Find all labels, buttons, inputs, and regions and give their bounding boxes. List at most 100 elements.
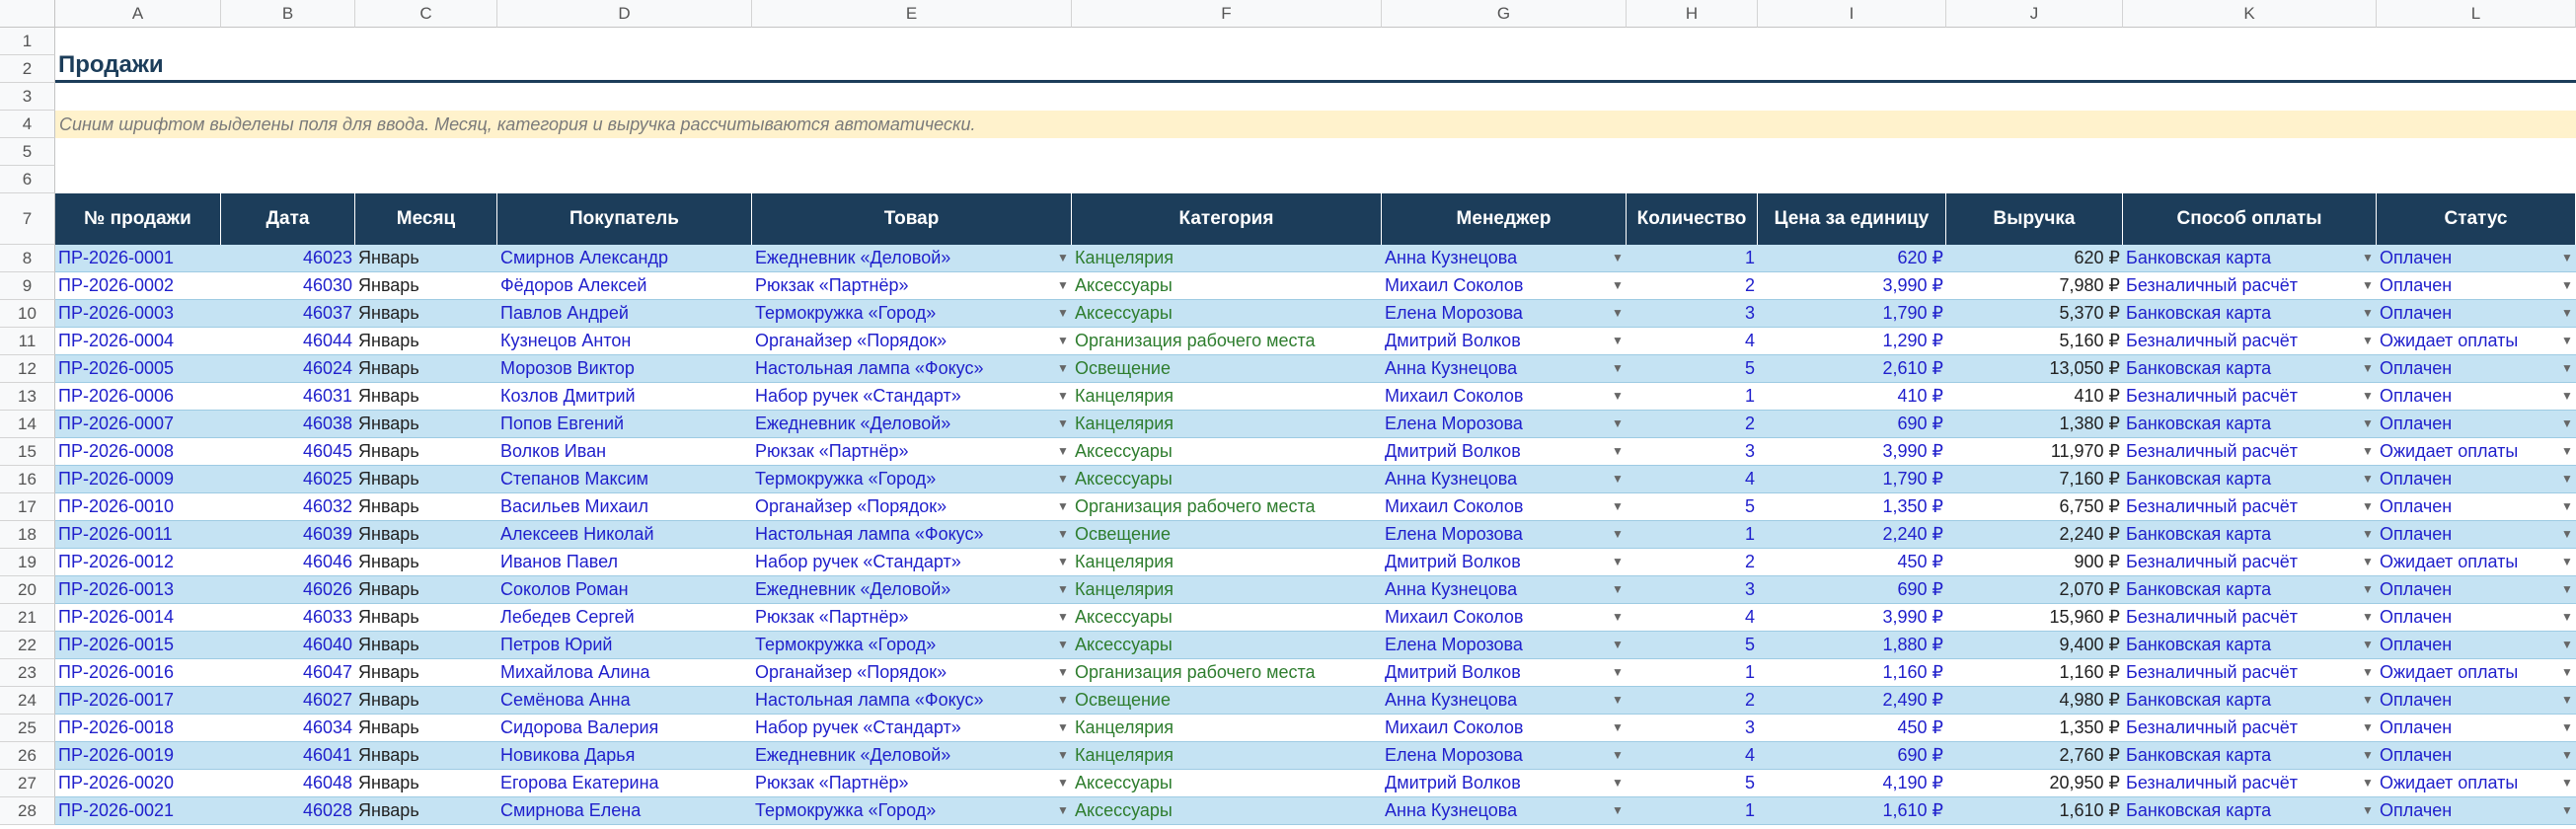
cell-month[interactable]: Январь	[355, 466, 497, 492]
column-header-f[interactable]: F	[1072, 0, 1382, 28]
cell-product[interactable]: Термокружка «Город»	[752, 300, 1058, 327]
cell-quantity[interactable]: 5	[1627, 355, 1758, 382]
cell-sale-id[interactable]: ПР-2026-0008	[55, 438, 221, 465]
column-header-h[interactable]: H	[1627, 0, 1758, 28]
cell-category[interactable]: Канцелярия	[1072, 383, 1382, 410]
cell-payment-method[interactable]: Безналичный расчёт	[2123, 659, 2363, 686]
cell-quantity[interactable]: 2	[1627, 272, 1758, 299]
dropdown-arrow-icon[interactable]: ▼	[2560, 604, 2574, 631]
dropdown-arrow-icon[interactable]: ▼	[1611, 687, 1625, 714]
cell-date[interactable]: 46024	[221, 355, 355, 382]
cell-manager[interactable]: Дмитрий Волков	[1382, 770, 1613, 796]
cell-month[interactable]: Январь	[355, 797, 497, 824]
cell-quantity[interactable]: 5	[1627, 632, 1758, 658]
row-header-22[interactable]: 22	[0, 632, 55, 659]
dropdown-arrow-icon[interactable]: ▼	[2361, 549, 2375, 575]
row-header-11[interactable]: 11	[0, 328, 55, 355]
cell-product[interactable]: Органайзер «Порядок»	[752, 659, 1058, 686]
cell-manager[interactable]: Анна Кузнецова	[1382, 466, 1613, 492]
cell-customer[interactable]: Козлов Дмитрий	[497, 383, 752, 410]
header-revenue[interactable]: Выручка	[1946, 193, 2123, 245]
column-header-c[interactable]: C	[355, 0, 497, 28]
cell-sale-id[interactable]: ПР-2026-0013	[55, 576, 221, 603]
cell-customer[interactable]: Волков Иван	[497, 438, 752, 465]
cell-category[interactable]: Аксессуары	[1072, 604, 1382, 631]
dropdown-arrow-icon[interactable]: ▼	[1056, 604, 1070, 631]
cell-manager[interactable]: Анна Кузнецова	[1382, 576, 1613, 603]
dropdown-arrow-icon[interactable]: ▼	[1056, 576, 1070, 603]
row-header-18[interactable]: 18	[0, 521, 55, 549]
cell-customer[interactable]: Степанов Максим	[497, 466, 752, 492]
cell-date[interactable]: 46032	[221, 493, 355, 520]
cell-month[interactable]: Январь	[355, 576, 497, 603]
cell-manager[interactable]: Михаил Соколов	[1382, 604, 1613, 631]
cell-manager[interactable]: Елена Морозова	[1382, 411, 1613, 437]
dropdown-arrow-icon[interactable]: ▼	[2361, 632, 2375, 658]
header-product[interactable]: Товар	[752, 193, 1072, 245]
cell-date[interactable]: 46031	[221, 383, 355, 410]
cell-revenue[interactable]: 900 ₽	[1946, 549, 2123, 575]
dropdown-arrow-icon[interactable]: ▼	[1056, 632, 1070, 658]
cell-unit-price[interactable]: 450 ₽	[1758, 715, 1946, 741]
cell-category[interactable]: Канцелярия	[1072, 742, 1382, 769]
cell-product[interactable]: Ежедневник «Деловой»	[752, 245, 1058, 271]
cell-unit-price[interactable]: 4,190 ₽	[1758, 770, 1946, 796]
dropdown-arrow-icon[interactable]: ▼	[1056, 493, 1070, 520]
cell-unit-price[interactable]: 1,610 ₽	[1758, 797, 1946, 824]
cell-status[interactable]: Оплачен	[2377, 687, 2562, 714]
cell-sale-id[interactable]: ПР-2026-0021	[55, 797, 221, 824]
cell-status[interactable]: Оплачен	[2377, 272, 2562, 299]
cell-sale-id[interactable]: ПР-2026-0003	[55, 300, 221, 327]
cell-product[interactable]: Набор ручек «Стандарт»	[752, 715, 1058, 741]
dropdown-arrow-icon[interactable]: ▼	[2361, 466, 2375, 492]
cell-payment-method[interactable]: Банковская карта	[2123, 466, 2363, 492]
cell-customer[interactable]: Попов Евгений	[497, 411, 752, 437]
cell-quantity[interactable]: 4	[1627, 742, 1758, 769]
cell-status[interactable]: Оплачен	[2377, 355, 2562, 382]
cell-category[interactable]: Аксессуары	[1072, 632, 1382, 658]
dropdown-arrow-icon[interactable]: ▼	[1611, 715, 1625, 741]
cell-payment-method[interactable]: Безналичный расчёт	[2123, 383, 2363, 410]
cell-category[interactable]: Аксессуары	[1072, 797, 1382, 824]
row-header-10[interactable]: 10	[0, 300, 55, 328]
row-header-13[interactable]: 13	[0, 383, 55, 411]
cell-revenue[interactable]: 2,240 ₽	[1946, 521, 2123, 548]
cell-revenue[interactable]: 6,750 ₽	[1946, 493, 2123, 520]
cell-quantity[interactable]: 2	[1627, 687, 1758, 714]
cell-quantity[interactable]: 1	[1627, 659, 1758, 686]
cell-customer[interactable]: Лебедев Сергей	[497, 604, 752, 631]
cell-status[interactable]: Ожидает оплаты	[2377, 328, 2562, 354]
cell-month[interactable]: Январь	[355, 604, 497, 631]
cell-revenue[interactable]: 13,050 ₽	[1946, 355, 2123, 382]
cell-sale-id[interactable]: ПР-2026-0019	[55, 742, 221, 769]
dropdown-arrow-icon[interactable]: ▼	[1611, 493, 1625, 520]
cell-payment-method[interactable]: Безналичный расчёт	[2123, 438, 2363, 465]
cell-status[interactable]: Оплачен	[2377, 411, 2562, 437]
column-header-b[interactable]: B	[221, 0, 355, 28]
cell-date[interactable]: 46034	[221, 715, 355, 741]
cell-sale-id[interactable]: ПР-2026-0015	[55, 632, 221, 658]
cell-payment-method[interactable]: Безналичный расчёт	[2123, 549, 2363, 575]
cell-category[interactable]: Аксессуары	[1072, 466, 1382, 492]
cell-product[interactable]: Рюкзак «Партнёр»	[752, 438, 1058, 465]
dropdown-arrow-icon[interactable]: ▼	[1611, 770, 1625, 796]
cell-month[interactable]: Январь	[355, 355, 497, 382]
dropdown-arrow-icon[interactable]: ▼	[1611, 632, 1625, 658]
dropdown-arrow-icon[interactable]: ▼	[2560, 659, 2574, 686]
dropdown-arrow-icon[interactable]: ▼	[2361, 328, 2375, 354]
cell-month[interactable]: Январь	[355, 300, 497, 327]
cell-manager[interactable]: Дмитрий Волков	[1382, 659, 1613, 686]
cell-date[interactable]: 46045	[221, 438, 355, 465]
cell-payment-method[interactable]: Безналичный расчёт	[2123, 715, 2363, 741]
cell-unit-price[interactable]: 3,990 ₽	[1758, 272, 1946, 299]
cell-payment-method[interactable]: Банковская карта	[2123, 521, 2363, 548]
cell-payment-method[interactable]: Банковская карта	[2123, 411, 2363, 437]
header-category[interactable]: Категория	[1072, 193, 1382, 245]
cell-product[interactable]: Термокружка «Город»	[752, 632, 1058, 658]
cell-customer[interactable]: Кузнецов Антон	[497, 328, 752, 354]
cell-category[interactable]: Канцелярия	[1072, 245, 1382, 271]
dropdown-arrow-icon[interactable]: ▼	[2560, 383, 2574, 410]
cell-revenue[interactable]: 2,070 ₽	[1946, 576, 2123, 603]
cell-unit-price[interactable]: 3,990 ₽	[1758, 604, 1946, 631]
dropdown-arrow-icon[interactable]: ▼	[1056, 328, 1070, 354]
